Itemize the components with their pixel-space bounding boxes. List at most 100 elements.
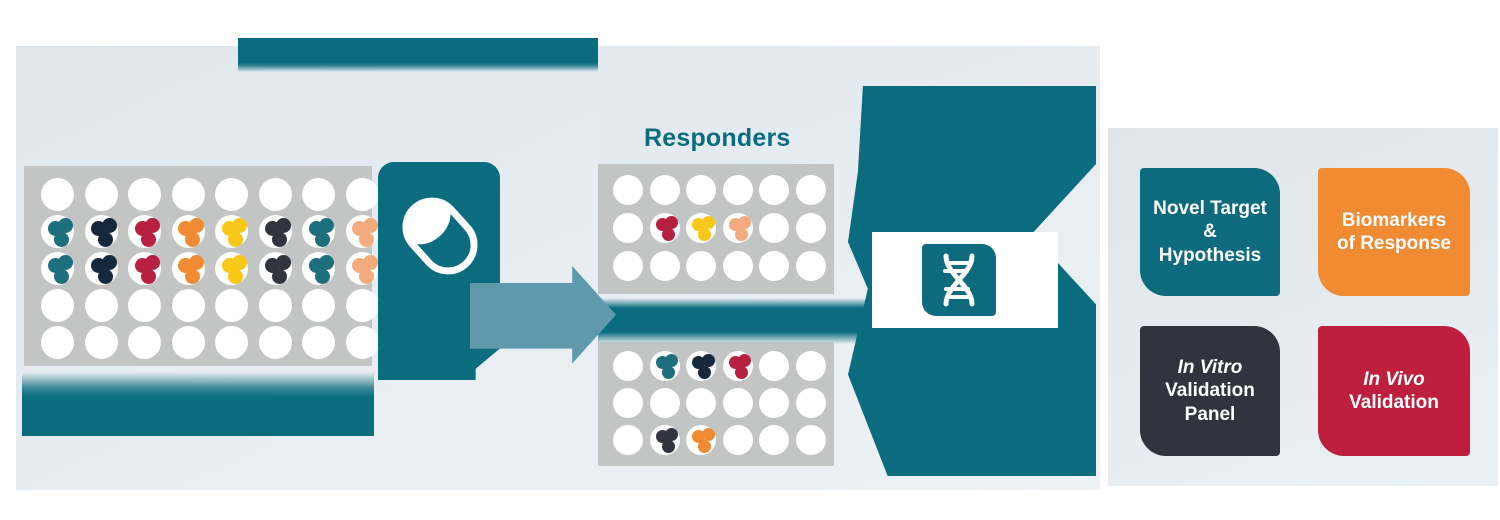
cell-cluster-teal	[41, 252, 74, 285]
cell-cluster-navy	[85, 252, 118, 285]
card-line-1: Validation	[1165, 380, 1255, 402]
card-biomarkers[interactable]: Biomarkers of Response	[1318, 168, 1470, 296]
well	[722, 351, 753, 381]
well	[84, 326, 118, 359]
well	[84, 178, 118, 211]
well	[649, 251, 680, 281]
cell-cluster-yellow	[215, 215, 248, 248]
well	[215, 326, 249, 359]
pill-capsule-icon	[402, 197, 478, 275]
card-line-1: Validation	[1349, 392, 1439, 413]
well	[171, 178, 205, 211]
well	[722, 175, 753, 205]
dna-helix-icon	[943, 253, 975, 307]
card-line-2: & Hypothesis	[1158, 221, 1262, 266]
cell-cluster-crimson	[650, 213, 680, 243]
well	[759, 388, 790, 418]
cell-cluster-navy	[686, 351, 716, 381]
well	[302, 289, 336, 322]
card-in-vitro-validation[interactable]: In Vitro Validation Panel	[1140, 326, 1280, 456]
well	[722, 425, 753, 455]
cell-cluster-charcoal	[259, 252, 292, 285]
sequencing-card	[872, 232, 1058, 328]
well	[41, 326, 75, 359]
card-in-vivo-validation[interactable]: In Vivo Validation	[1318, 326, 1470, 456]
cell-cluster-peach	[346, 252, 379, 285]
well	[759, 213, 790, 243]
well	[613, 175, 644, 205]
well	[302, 178, 336, 211]
well	[258, 289, 292, 322]
well	[258, 215, 292, 248]
well	[302, 252, 336, 285]
well	[649, 351, 680, 381]
well	[686, 425, 717, 455]
well	[686, 388, 717, 418]
cell-cluster-teal	[650, 351, 680, 381]
well	[613, 388, 644, 418]
well	[41, 289, 75, 322]
card-italic-line: In Vivo	[1363, 368, 1425, 390]
well	[215, 252, 249, 285]
well	[302, 326, 336, 359]
well	[649, 388, 680, 418]
clipped-heading-top	[238, 38, 598, 72]
well	[171, 215, 205, 248]
clipped-heading-bottom	[22, 372, 374, 436]
responders-plate	[598, 164, 834, 294]
well	[128, 215, 162, 248]
cell-cluster-peach	[723, 213, 753, 243]
well	[258, 326, 292, 359]
well	[345, 252, 379, 285]
cell-cluster-yellow	[686, 213, 716, 243]
card-line-2: Panel	[1184, 403, 1236, 425]
well	[759, 425, 790, 455]
well	[128, 252, 162, 285]
well	[722, 251, 753, 281]
well	[759, 351, 790, 381]
well	[613, 351, 644, 381]
cell-cluster-charcoal	[259, 215, 292, 248]
well	[795, 351, 826, 381]
well	[258, 178, 292, 211]
well	[41, 252, 75, 285]
dna-tile	[922, 244, 996, 316]
well	[215, 289, 249, 322]
cell-cluster-teal	[302, 215, 335, 248]
well-grid	[610, 172, 829, 286]
well	[759, 251, 790, 281]
non-responders-plate	[598, 342, 834, 466]
well	[795, 175, 826, 205]
well	[613, 251, 644, 281]
well	[795, 388, 826, 418]
well	[84, 215, 118, 248]
cell-cluster-crimson	[128, 252, 161, 285]
well-grid	[36, 176, 384, 361]
well	[128, 178, 162, 211]
well	[649, 213, 680, 243]
cell-cluster-yellow	[215, 252, 248, 285]
card-line-2: of Response	[1336, 233, 1452, 254]
responders-caption: Responders	[644, 124, 791, 152]
cell-cluster-teal	[302, 252, 335, 285]
cell-cluster-peach	[346, 215, 379, 248]
well	[722, 213, 753, 243]
cell-cluster-charcoal	[650, 425, 680, 455]
well	[41, 215, 75, 248]
well	[613, 213, 644, 243]
card-novel-target[interactable]: Novel Target & Hypothesis	[1140, 168, 1280, 296]
well	[759, 175, 790, 205]
well	[345, 326, 379, 359]
well	[686, 351, 717, 381]
well	[722, 388, 753, 418]
well	[345, 289, 379, 322]
well	[795, 425, 826, 455]
clipped-heading-middle	[598, 298, 866, 344]
cell-cluster-teal	[41, 215, 74, 248]
compound-screening-plate	[24, 166, 379, 366]
cell-cluster-orange	[686, 425, 716, 455]
well	[302, 215, 336, 248]
well	[171, 252, 205, 285]
well	[84, 252, 118, 285]
well	[795, 251, 826, 281]
